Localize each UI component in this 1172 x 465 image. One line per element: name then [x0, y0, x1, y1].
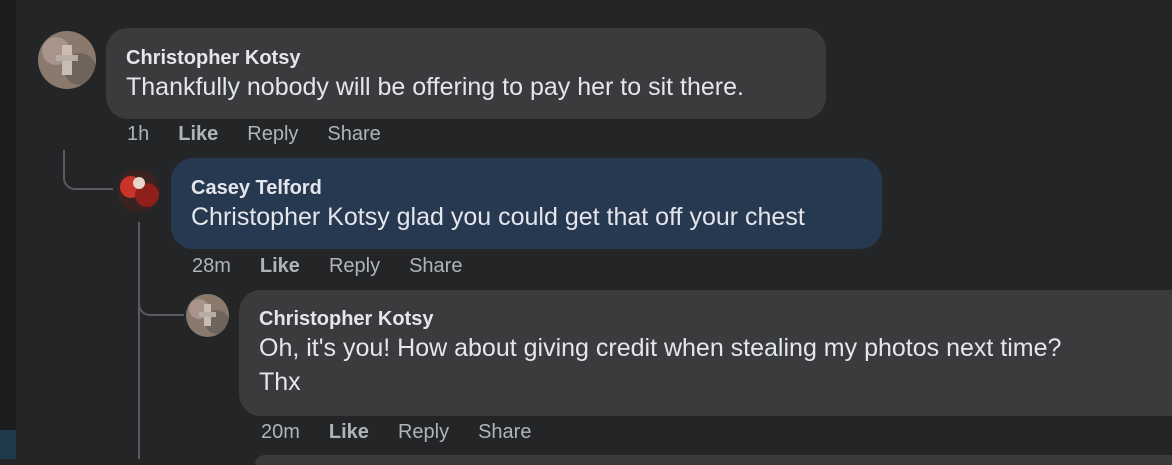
comment-actions: 20m Like Reply Share — [261, 421, 560, 444]
comment-timestamp[interactable]: 20m — [261, 421, 300, 444]
next-comment-bubble-edge — [255, 455, 1172, 465]
like-button[interactable]: Like — [329, 421, 369, 444]
avatar-image — [38, 31, 96, 89]
comment-text-line-1: Oh, it's you! How about giving credit wh… — [259, 334, 1062, 362]
reply-button[interactable]: Reply — [247, 123, 298, 146]
like-button[interactable]: Like — [178, 123, 218, 146]
comment-author[interactable]: Casey Telford — [191, 176, 862, 200]
avatar-image — [186, 294, 229, 337]
left-edge-marker — [0, 430, 16, 459]
comment-author[interactable]: Christopher Kotsy — [126, 46, 806, 70]
thread-connector-1 — [63, 150, 113, 190]
comment-actions: 28m Like Reply Share — [192, 255, 491, 278]
comment-bubble: Christopher Kotsy Oh, it's you! How abou… — [239, 290, 1172, 416]
avatar[interactable] — [186, 294, 229, 337]
comment-timestamp[interactable]: 1h — [127, 123, 149, 146]
avatar-image — [117, 169, 160, 212]
avatar[interactable] — [38, 31, 96, 89]
comment-timestamp[interactable]: 28m — [192, 255, 231, 278]
thread-connector-2 — [138, 280, 184, 316]
comment-bubble: Casey Telford Christopher Kotsy glad you… — [171, 158, 882, 249]
comment-actions: 1h Like Reply Share — [127, 123, 410, 146]
comment-text: Christopher Kotsy glad you could get tha… — [191, 203, 805, 231]
thread-line-2 — [138, 222, 140, 459]
reply-button[interactable]: Reply — [398, 421, 449, 444]
comment-bubble: Christopher Kotsy Thankfully nobody will… — [106, 28, 826, 119]
share-button[interactable]: Share — [478, 421, 531, 444]
like-button[interactable]: Like — [260, 255, 300, 278]
reply-button[interactable]: Reply — [329, 255, 380, 278]
comment-text-line-2: Thx — [259, 368, 301, 396]
share-button[interactable]: Share — [327, 123, 380, 146]
avatar[interactable] — [117, 169, 160, 212]
left-edge-panel — [0, 0, 16, 459]
comment-text: Thankfully nobody will be offering to pa… — [126, 73, 744, 101]
comment-author[interactable]: Christopher Kotsy — [259, 307, 1172, 331]
share-button[interactable]: Share — [409, 255, 462, 278]
